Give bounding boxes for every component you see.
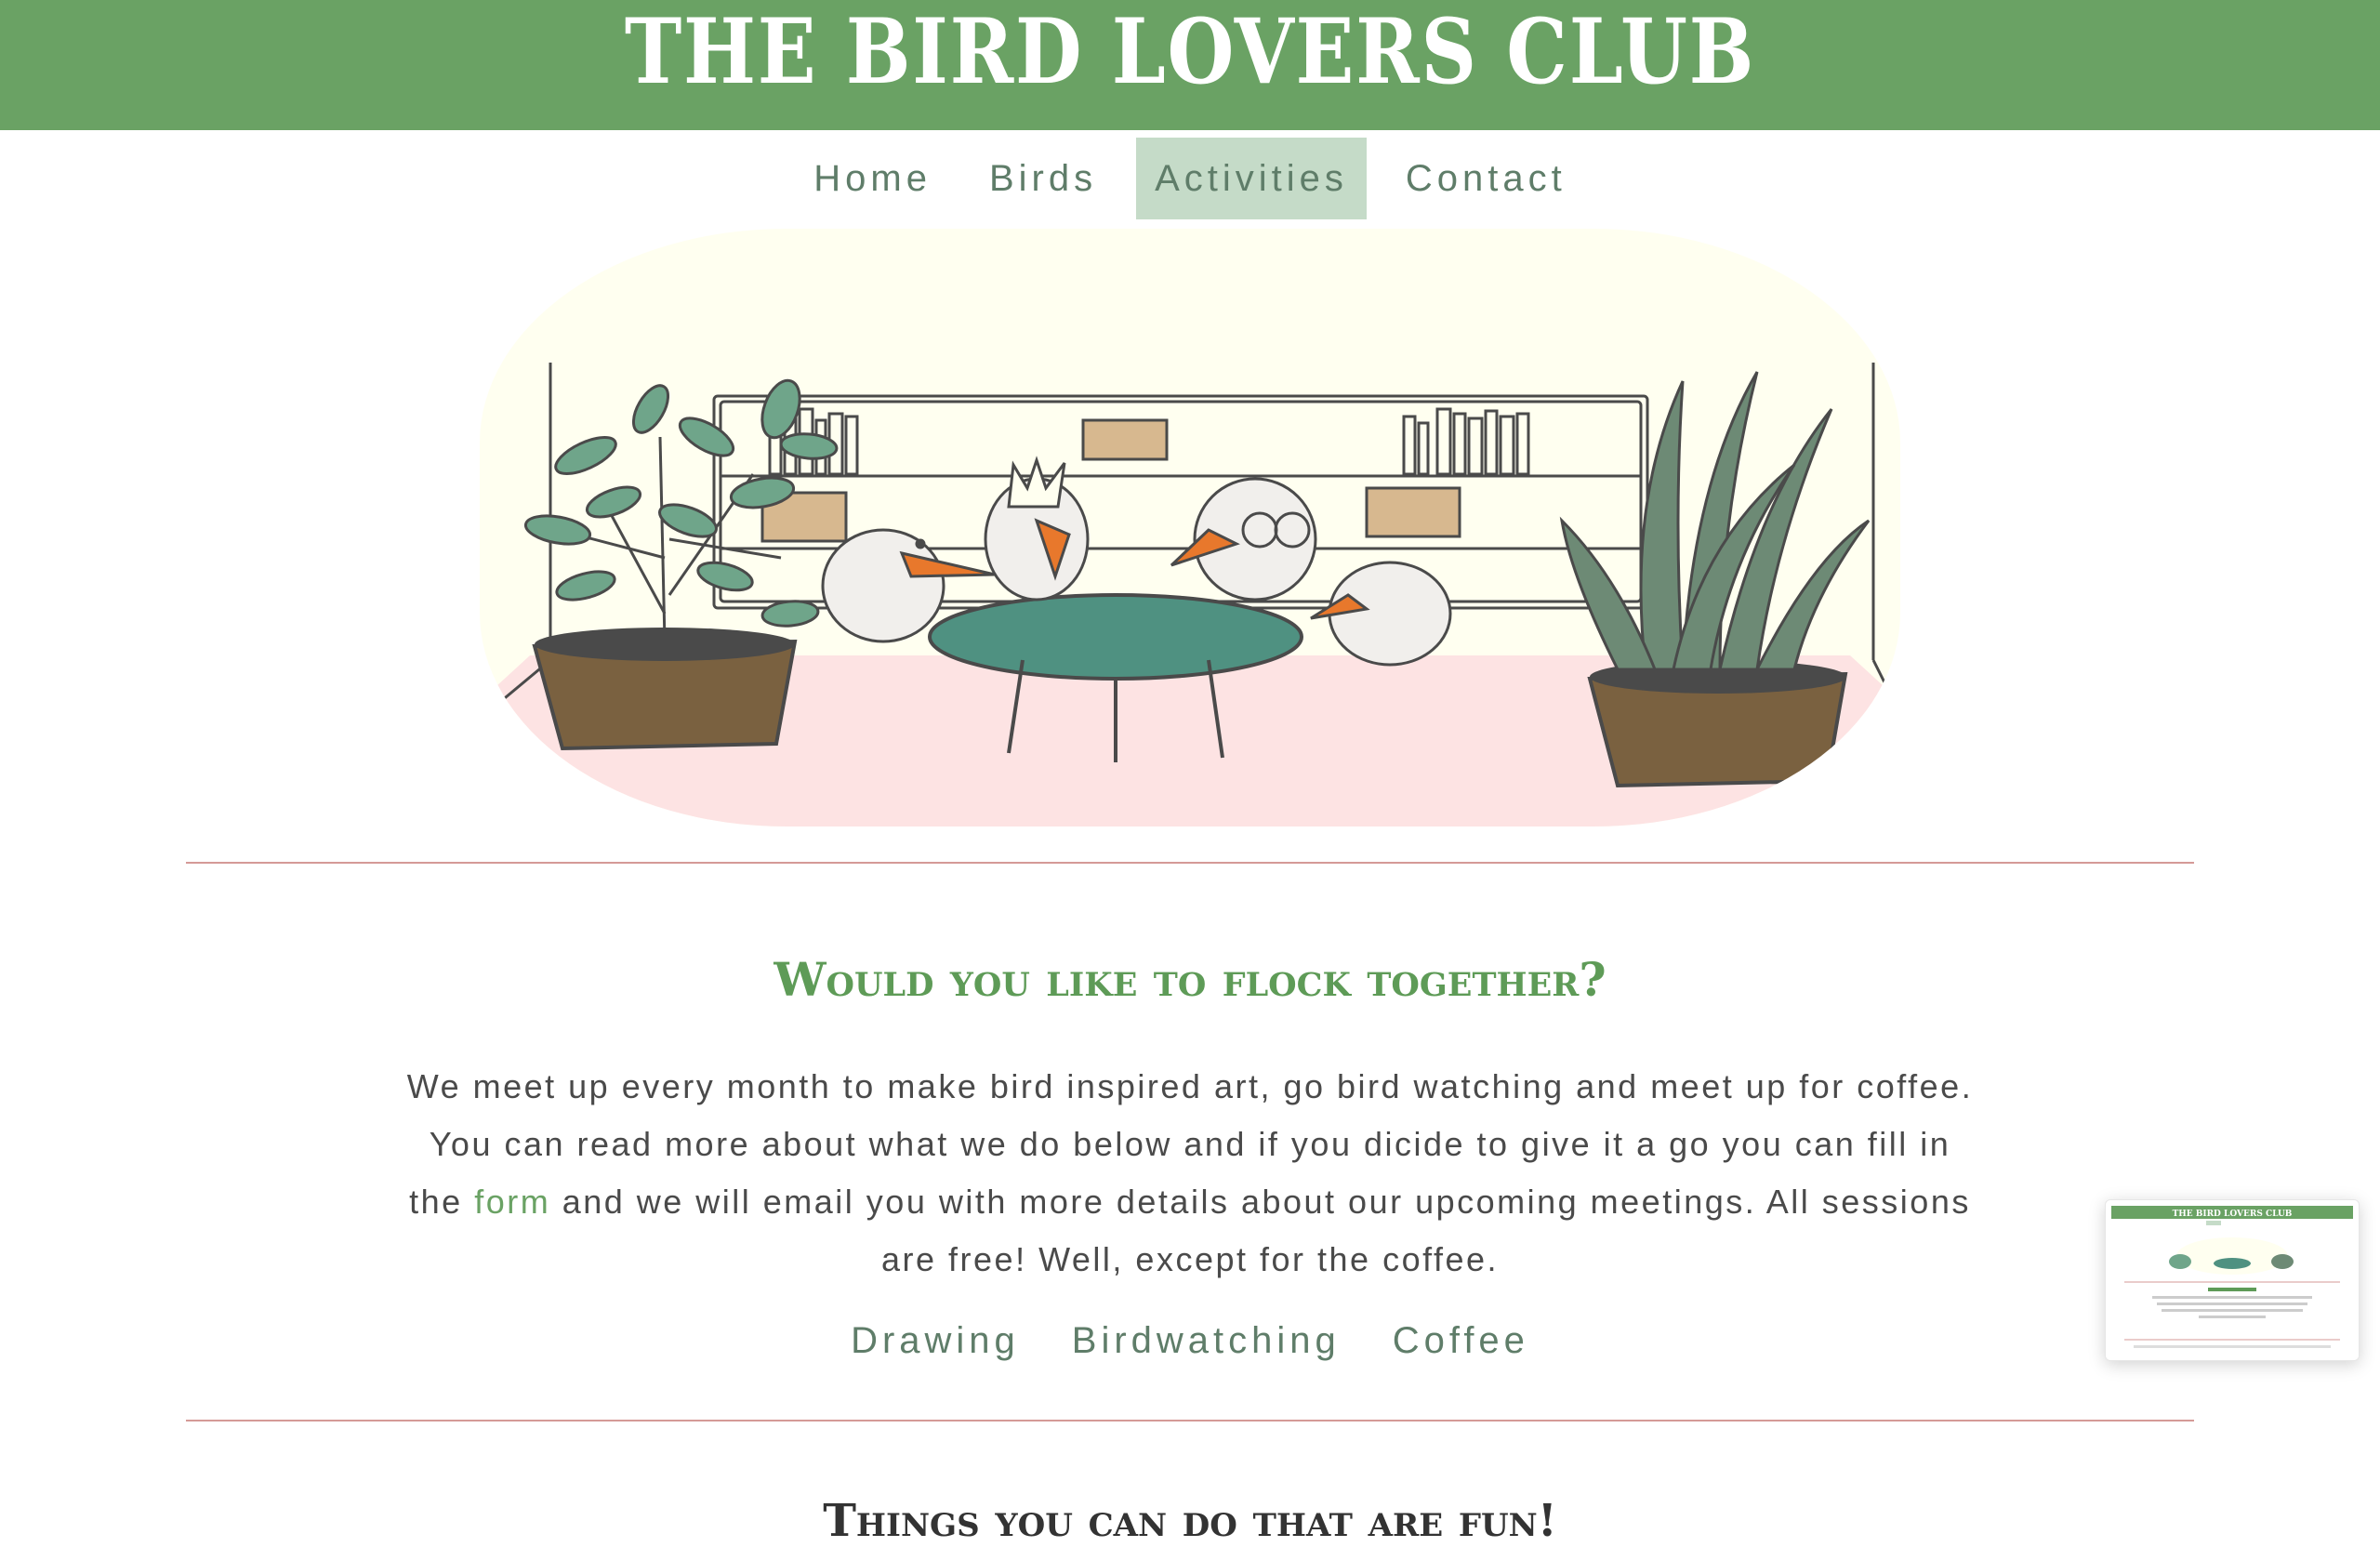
nav-birds[interactable]: Birds <box>971 138 1116 219</box>
divider-top <box>186 862 2194 864</box>
page-preview-thumbnail[interactable]: THE BIRD LOVERS CLUB <box>2105 1199 2360 1361</box>
next-section-heading: Things you can do that are fun! <box>823 1494 1557 1547</box>
nav-contact[interactable]: Contact <box>1387 138 1585 219</box>
preview-title: THE BIRD LOVERS CLUB <box>2173 1210 2293 1219</box>
intro-text-2: and we will email you with more details … <box>550 1183 1971 1278</box>
preview-image: THE BIRD LOVERS CLUB <box>2106 1200 2359 1360</box>
coffee-link[interactable]: Coffee <box>1393 1320 1529 1362</box>
site-header: THE BIRD LOVERS CLUB <box>0 0 2380 130</box>
main-nav: Home Birds Activities Contact <box>0 138 2380 219</box>
hero-illustration <box>474 223 1906 832</box>
bird-meeting-illustration <box>480 229 1900 826</box>
divider-bottom <box>186 1420 2194 1421</box>
nav-home[interactable]: Home <box>795 138 950 219</box>
drawing-link[interactable]: Drawing <box>851 1320 1020 1362</box>
activity-links: Drawing Birdwatching Coffee <box>0 1320 2380 1362</box>
form-link[interactable]: form <box>474 1183 550 1221</box>
nav-activities[interactable]: Activities <box>1136 138 1367 219</box>
section-heading: Would you like to flock together? <box>774 951 1606 1007</box>
site-title: THE BIRD LOVERS CLUB <box>624 0 1756 104</box>
birdwatching-link[interactable]: Birdwatching <box>1072 1320 1341 1362</box>
intro-paragraph: We meet up every month to make bird insp… <box>400 1058 1980 1289</box>
